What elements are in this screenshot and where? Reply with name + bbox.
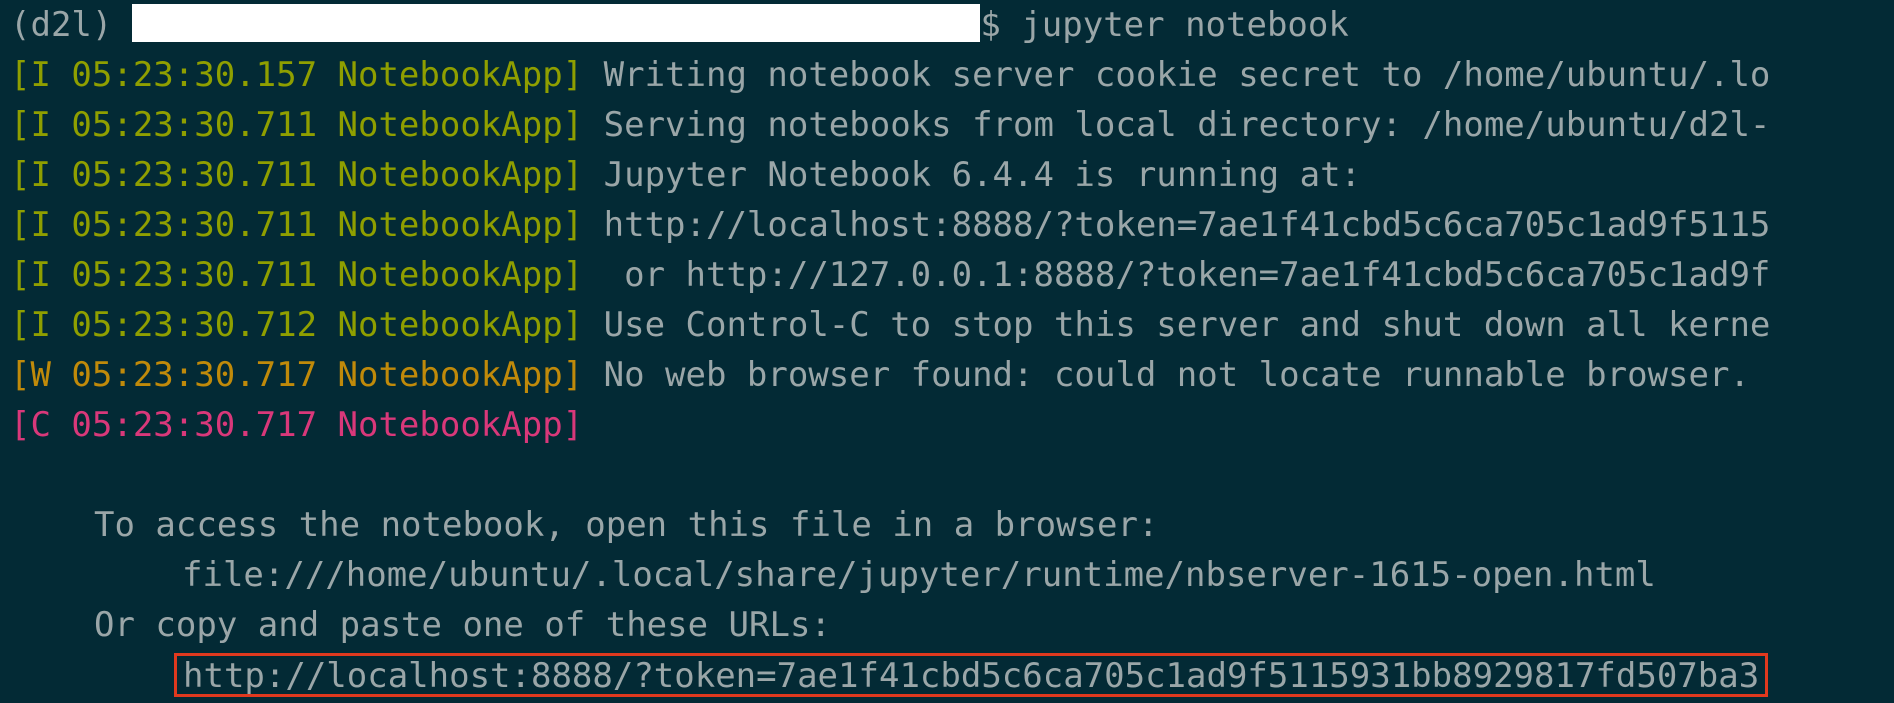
- file-path-link[interactable]: file:///home/ubuntu/.local/share/jupyter…: [10, 553, 1894, 603]
- terminal-window[interactable]: (d2l) $ jupyter notebook [I 05:23:30.157 …: [0, 0, 1894, 703]
- url-line: http://localhost:8888/?token=7ae1f41cbd5…: [10, 653, 1894, 703]
- prompt-symbol: $: [980, 5, 1001, 45]
- log-line: [I 05:23:30.711 NotebookApp] Serving not…: [10, 103, 1894, 153]
- log-prefix: [I 05:23:30.711 NotebookApp]: [10, 255, 584, 295]
- log-line-critical: [C 05:23:30.717 NotebookApp]: [10, 403, 1894, 453]
- prompt-line: (d2l) $ jupyter notebook: [10, 3, 1894, 53]
- redacted-path: [132, 4, 981, 42]
- log-line: [I 05:23:30.712 NotebookApp] Use Control…: [10, 303, 1894, 353]
- log-message: Use Control-C to stop this server and sh…: [583, 305, 1771, 345]
- access-instructions: To access the notebook, open this file i…: [94, 505, 1159, 545]
- log-prefix: [W 05:23:30.717 NotebookApp]: [10, 355, 584, 395]
- highlighted-url-link[interactable]: http://localhost:8888/?token=7ae1f41cbd5…: [174, 653, 1769, 697]
- log-url-link[interactable]: http://localhost:8888/?token=7ae1f41cbd5…: [583, 205, 1771, 245]
- log-url-link[interactable]: or http://127.0.0.1:8888/?token=7ae1f41c…: [583, 255, 1770, 295]
- log-prefix: [I 05:23:30.711 NotebookApp]: [10, 155, 584, 195]
- log-message: Serving notebooks from local directory: …: [583, 105, 1771, 145]
- log-message: Jupyter Notebook 6.4.4 is running at:: [583, 155, 1362, 195]
- log-message: Writing notebook server cookie secret to…: [583, 55, 1771, 95]
- log-line: [I 05:23:30.711 NotebookApp] Jupyter Not…: [10, 153, 1894, 203]
- command-text: jupyter notebook: [1021, 5, 1349, 45]
- log-prefix: [I 05:23:30.711 NotebookApp]: [10, 205, 584, 245]
- copy-instructions: Or copy and paste one of these URLs:: [94, 605, 831, 645]
- log-prefix: [I 05:23:30.712 NotebookApp]: [10, 305, 584, 345]
- log-line: [I 05:23:30.711 NotebookApp] or http://1…: [10, 253, 1894, 303]
- log-prefix: [C 05:23:30.717 NotebookApp]: [10, 405, 584, 445]
- log-line: [I 05:23:30.157 NotebookApp] Writing not…: [10, 53, 1894, 103]
- log-message: No web browser found: could not locate r…: [583, 355, 1750, 395]
- log-line-warning: [W 05:23:30.717 NotebookApp] No web brow…: [10, 353, 1894, 403]
- log-prefix: [I 05:23:30.157 NotebookApp]: [10, 55, 584, 95]
- log-prefix: [I 05:23:30.711 NotebookApp]: [10, 105, 584, 145]
- conda-env-label: (d2l): [10, 5, 113, 45]
- log-line: [I 05:23:30.711 NotebookApp] http://loca…: [10, 203, 1894, 253]
